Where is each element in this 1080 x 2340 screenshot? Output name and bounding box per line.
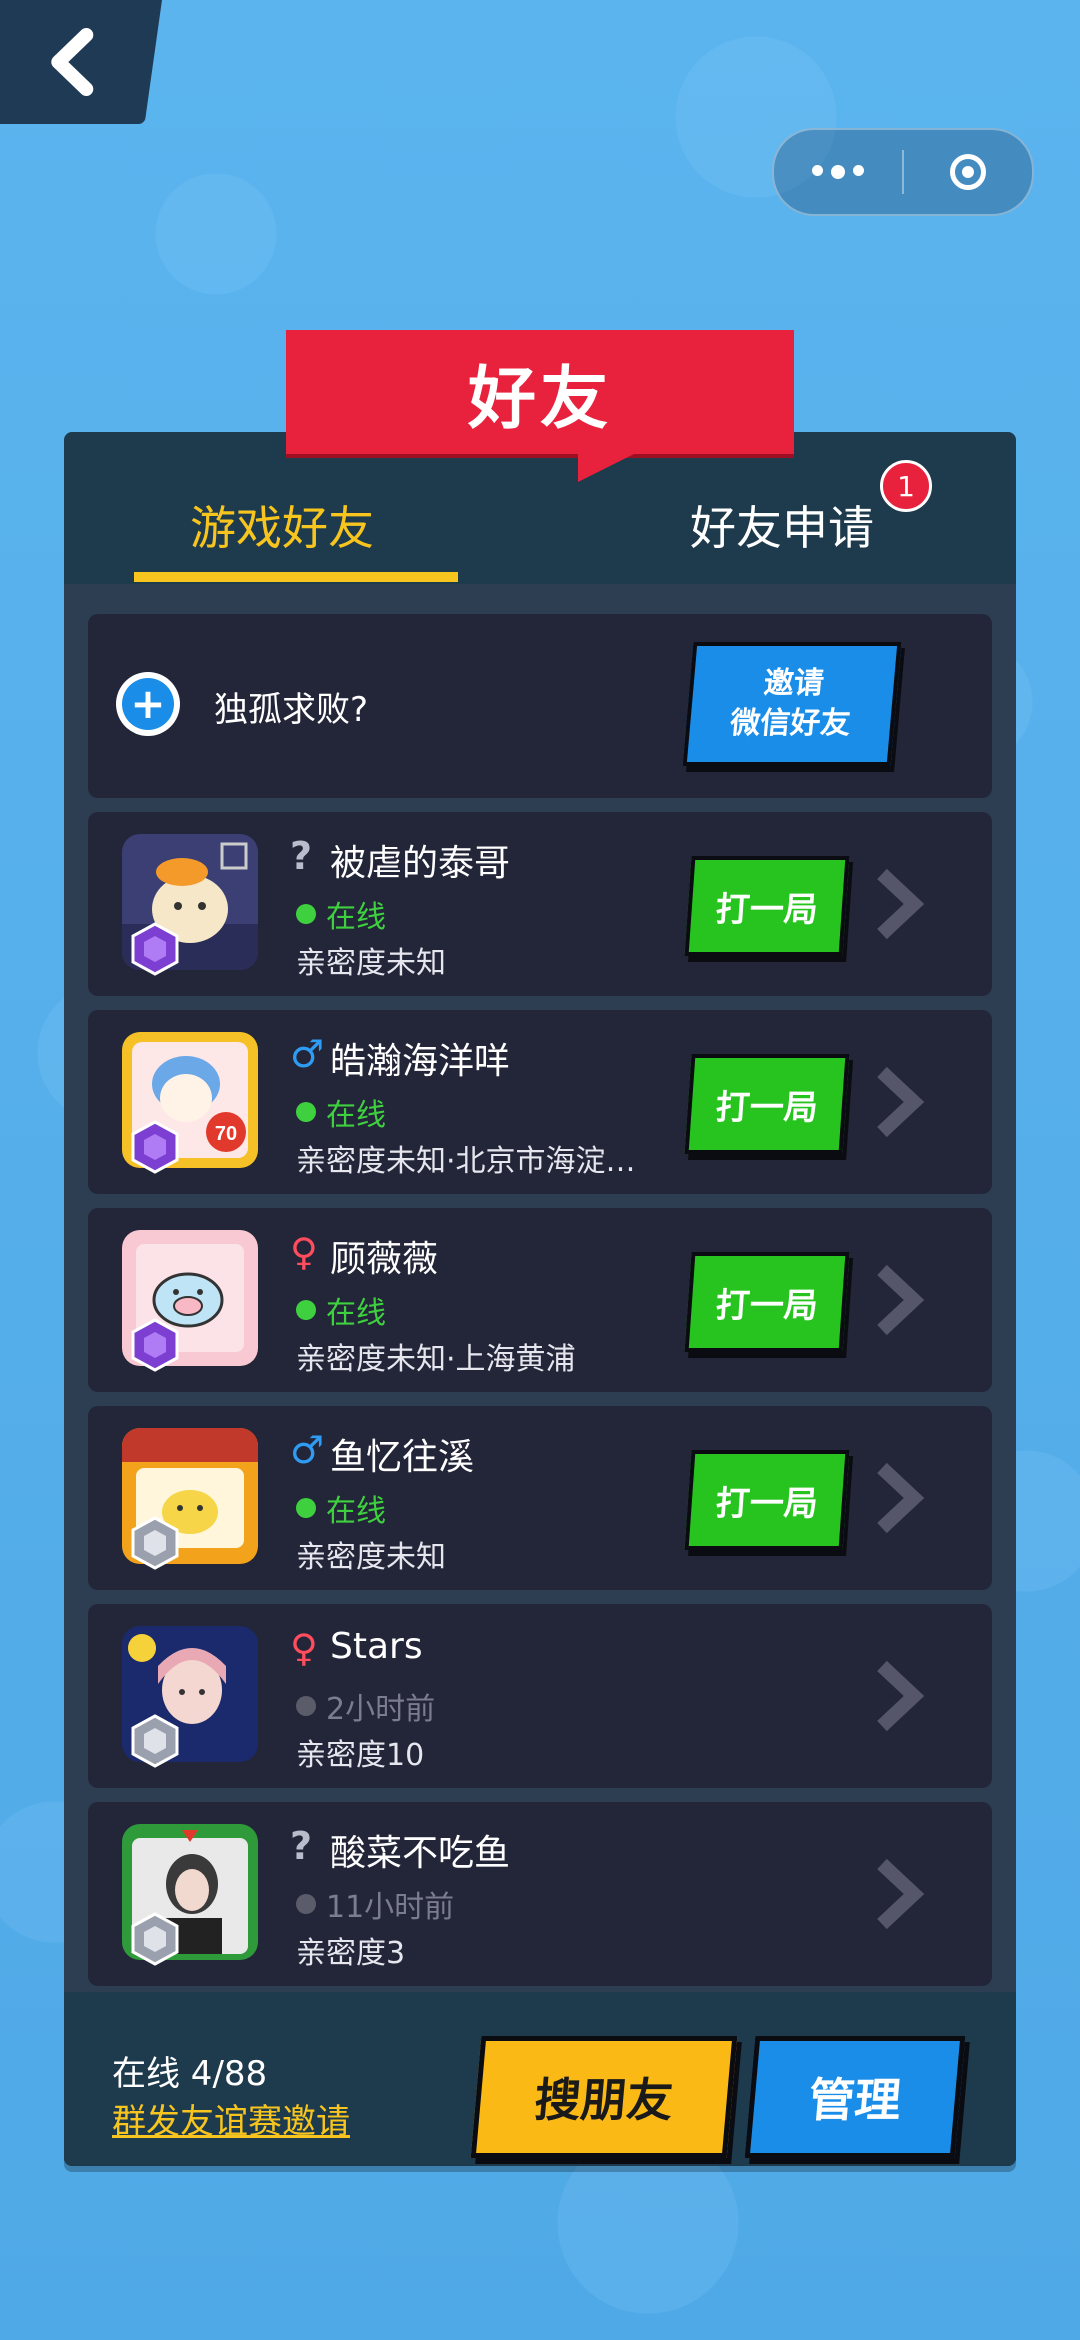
status-dot xyxy=(296,1300,316,1320)
play-button[interactable]: 打一局 xyxy=(684,856,850,956)
rank-badge-icon xyxy=(131,1714,179,1768)
group-invite-link[interactable]: 群发友谊赛邀请 xyxy=(112,2094,350,2143)
play-button[interactable]: 打一局 xyxy=(684,1450,850,1550)
last-seen-status: 11小时前 xyxy=(296,1882,454,1926)
status-dot xyxy=(296,1696,316,1716)
status-dot xyxy=(296,1894,316,1914)
intimacy-info: 亲密度10 xyxy=(296,1738,425,1773)
chevron-right-icon[interactable] xyxy=(868,1460,928,1536)
play-button[interactable]: 打一局 xyxy=(684,1252,850,1352)
add-friend-button[interactable]: + xyxy=(116,672,180,736)
panel-footer: 在线 4/88 群发友谊赛邀请 搜朋友 管理 xyxy=(64,1992,1016,2166)
intimacy-info: 亲密度未知·上海黄浦 xyxy=(296,1342,576,1377)
friend-name: 酸菜不吃鱼 xyxy=(330,1833,511,1874)
online-status: 在线 xyxy=(296,1090,386,1134)
invite-card: + 独孤求败? 邀请 微信好友 xyxy=(88,614,992,798)
gender-unknown-icon: ? xyxy=(290,834,313,878)
back-arrow-icon xyxy=(51,28,94,96)
friends-panel: 游戏好友 好友申请 1 + 独孤求败? 邀请 微信好友 ? 被虐的泰哥 在线 亲… xyxy=(64,432,1016,2166)
svg-text:70: 70 xyxy=(215,1123,237,1145)
manage-button[interactable]: 管理 xyxy=(744,2036,966,2158)
friend-card[interactable]: ? 被虐的泰哥 在线 亲密度未知 打一局 xyxy=(88,812,992,996)
chevron-right-icon[interactable] xyxy=(868,1658,928,1734)
female-icon: ♀ xyxy=(290,1626,318,1670)
back-button[interactable] xyxy=(0,0,162,124)
close-program-button[interactable] xyxy=(904,130,1032,214)
friend-name: 顾薇薇 xyxy=(330,1239,439,1280)
friend-card[interactable]: ? 酸菜不吃鱼 11小时前 亲密度3 xyxy=(88,1802,992,1986)
online-count: 在线 4/88 xyxy=(112,2054,268,2094)
target-icon xyxy=(950,154,986,190)
status-text: 在线 xyxy=(326,1296,386,1331)
rank-badge-icon xyxy=(131,1912,179,1966)
intimacy-info: 亲密度3 xyxy=(296,1936,406,1971)
intimacy-info: 亲密度未知·北京市海淀… xyxy=(296,1144,636,1179)
status-text: 2小时前 xyxy=(326,1692,436,1727)
invite-button-line1: 邀请 xyxy=(762,666,826,701)
online-status: 在线 xyxy=(296,1288,386,1332)
intimacy-info: 亲密度未知 xyxy=(296,946,446,981)
tab-friend-requests[interactable]: 好友申请 xyxy=(690,492,874,558)
search-friends-button[interactable]: 搜朋友 xyxy=(470,2036,738,2158)
friend-card[interactable]: ♂ 鱼忆往溪 在线 亲密度未知 打一局 xyxy=(88,1406,992,1590)
online-status: 在线 xyxy=(296,892,386,936)
invite-button-line2: 微信好友 xyxy=(728,706,852,741)
more-menu-button[interactable] xyxy=(774,130,902,214)
status-text: 在线 xyxy=(326,900,386,935)
gender-unknown-icon: ? xyxy=(290,1824,313,1868)
friend-name: Stars xyxy=(330,1626,423,1667)
status-dot xyxy=(296,904,316,924)
more-dots-icon xyxy=(812,165,864,179)
tab-bar: 游戏好友 好友申请 1 xyxy=(64,432,1016,584)
friend-card[interactable]: ♀ Stars 2小时前 亲密度10 xyxy=(88,1604,992,1788)
friend-list[interactable]: + 独孤求败? 邀请 微信好友 ? 被虐的泰哥 在线 亲密度未知 打一局 70 … xyxy=(64,584,1016,1992)
friend-card[interactable]: ♀ 顾薇薇 在线 亲密度未知·上海黄浦 打一局 xyxy=(88,1208,992,1392)
notification-badge: 1 xyxy=(880,460,932,512)
female-icon: ♀ xyxy=(290,1230,318,1274)
friend-name: 皓瀚海洋咩 xyxy=(330,1041,511,1082)
online-status: 在线 xyxy=(296,1486,386,1530)
invite-prompt: 独孤求败? xyxy=(214,690,369,730)
status-text: 11小时前 xyxy=(326,1890,455,1925)
status-text: 在线 xyxy=(326,1098,386,1133)
tab-game-friends[interactable]: 游戏好友 xyxy=(190,492,374,558)
friend-card[interactable]: 70 ♂ 皓瀚海洋咩 在线 亲密度未知·北京市海淀… 打一局 xyxy=(88,1010,992,1194)
status-dot xyxy=(296,1498,316,1518)
friend-name: 鱼忆往溪 xyxy=(330,1437,475,1478)
status-dot xyxy=(296,1102,316,1122)
chevron-right-icon[interactable] xyxy=(868,1064,928,1140)
intimacy-info: 亲密度未知 xyxy=(296,1540,446,1575)
rank-badge-icon xyxy=(131,1516,179,1570)
chevron-right-icon[interactable] xyxy=(868,1262,928,1338)
last-seen-status: 2小时前 xyxy=(296,1684,435,1728)
status-text: 在线 xyxy=(326,1494,386,1529)
rank-badge-icon xyxy=(131,1318,179,1372)
rank-badge-icon xyxy=(131,1120,179,1174)
plus-icon: + xyxy=(122,678,174,730)
chevron-right-icon[interactable] xyxy=(868,866,928,942)
male-icon: ♂ xyxy=(290,1428,325,1472)
invite-wechat-button[interactable]: 邀请 微信好友 xyxy=(682,642,902,766)
rank-badge-icon xyxy=(131,922,179,976)
play-button[interactable]: 打一局 xyxy=(684,1054,850,1154)
active-tab-indicator xyxy=(134,572,458,582)
page-title: 好友 xyxy=(286,330,794,454)
chevron-right-icon[interactable] xyxy=(868,1856,928,1932)
mini-program-capsule xyxy=(772,128,1034,216)
banner-tail xyxy=(578,452,638,482)
friend-name: 被虐的泰哥 xyxy=(330,843,511,884)
male-icon: ♂ xyxy=(290,1032,325,1076)
